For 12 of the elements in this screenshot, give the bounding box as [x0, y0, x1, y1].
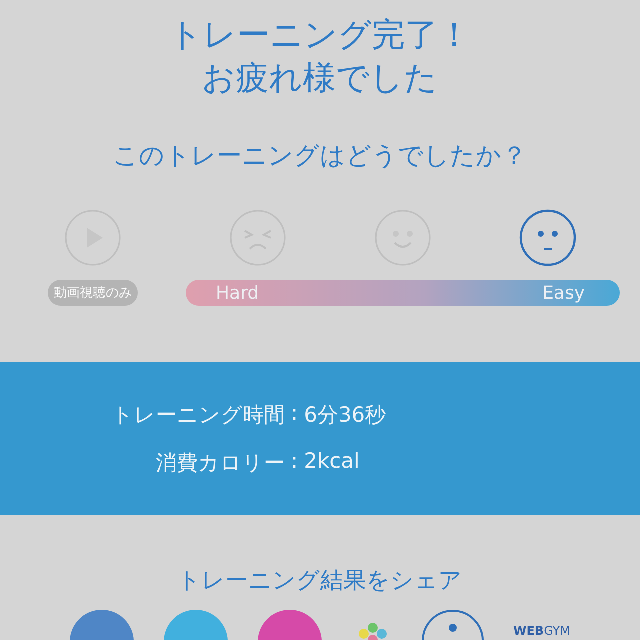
stat-label: 消費カロリー	[155, 450, 285, 476]
hard-label: Hard	[216, 282, 260, 304]
share-title: トレーニング結果をシェア	[178, 567, 462, 596]
question-text: このトレーニングはどうでしたか？	[113, 140, 527, 172]
stat-separator: :	[291, 448, 298, 474]
brand-logo[interactable]: WEBGYM	[514, 624, 570, 638]
easy-label: Easy	[542, 282, 585, 304]
stat-separator: :	[291, 400, 298, 426]
completion-title: トレーニング完了！ お疲れ様でした	[169, 14, 471, 99]
stat-label: トレーニング時間	[112, 402, 285, 428]
stat-value: 6分36秒	[304, 402, 386, 428]
stat-value: 2kcal	[304, 448, 361, 474]
